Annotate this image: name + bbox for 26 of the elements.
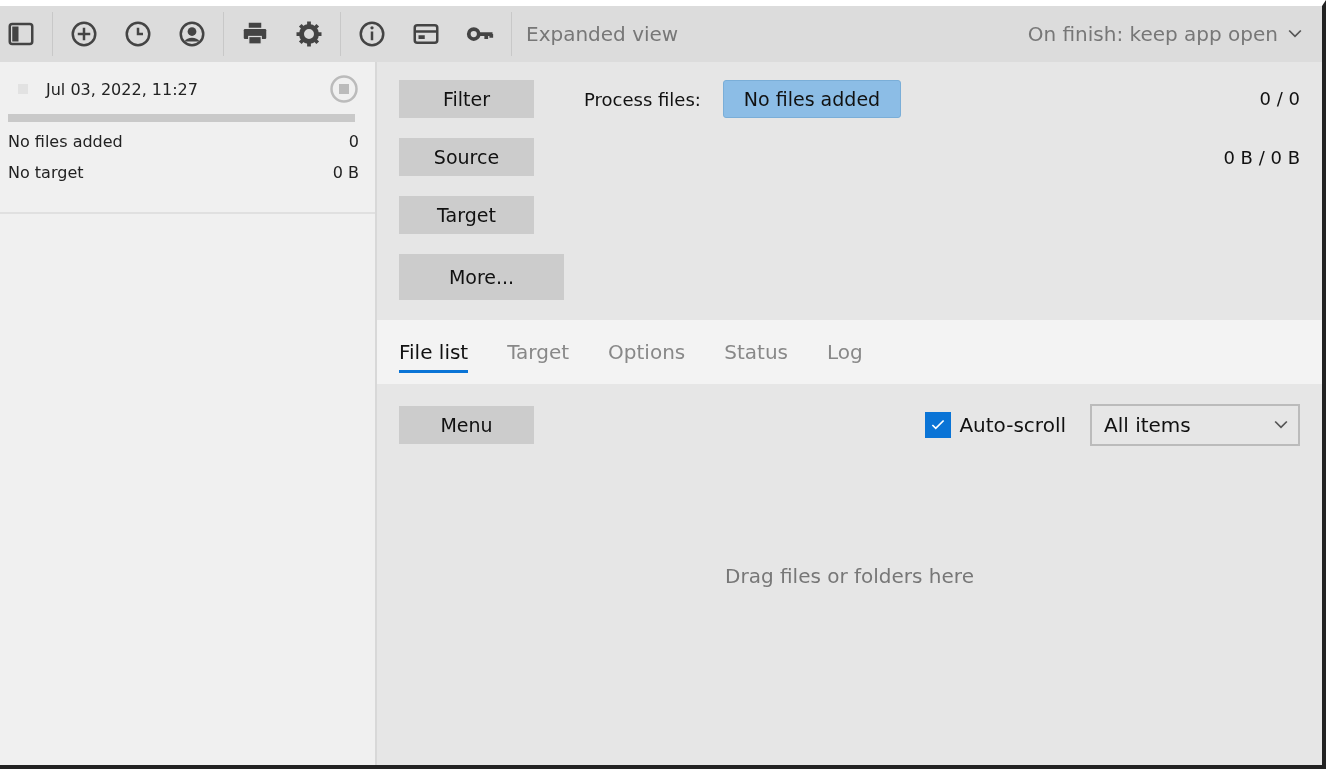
action-button[interactable]: Target <box>399 196 534 234</box>
file-count: 0 / 0 <box>1259 88 1300 109</box>
action-button[interactable]: Source <box>399 138 534 176</box>
files-label: No files added <box>8 132 123 151</box>
info-icon[interactable] <box>357 19 387 49</box>
target-size: 0 B <box>332 163 359 182</box>
chevron-down-icon <box>1274 420 1288 430</box>
auto-scroll-label: Auto-scroll <box>959 413 1066 437</box>
add-icon[interactable] <box>69 19 99 49</box>
user-icon[interactable] <box>177 19 207 49</box>
filter-dropdown[interactable]: All items <box>1090 404 1300 446</box>
action-button[interactable]: Filter <box>399 80 534 118</box>
process-files-button[interactable]: No files added <box>722 80 902 118</box>
action-button[interactable]: More... <box>399 254 564 300</box>
drop-hint: Drag files or folders here <box>725 563 974 588</box>
menu-button[interactable]: Menu <box>399 406 534 444</box>
auto-scroll-checkbox[interactable] <box>925 412 952 438</box>
files-count: 0 <box>348 132 359 151</box>
job-date: Jul 03, 2022, 11:27 <box>46 79 198 99</box>
clock-icon[interactable] <box>123 19 153 49</box>
settings-icon[interactable] <box>294 19 324 49</box>
tab[interactable]: File list <box>399 331 469 373</box>
process-files-label: Process files: <box>584 88 701 110</box>
target-label: No target <box>8 163 84 182</box>
size-count: 0 B / 0 B <box>1223 147 1300 168</box>
chevron-down-icon <box>1288 29 1302 39</box>
